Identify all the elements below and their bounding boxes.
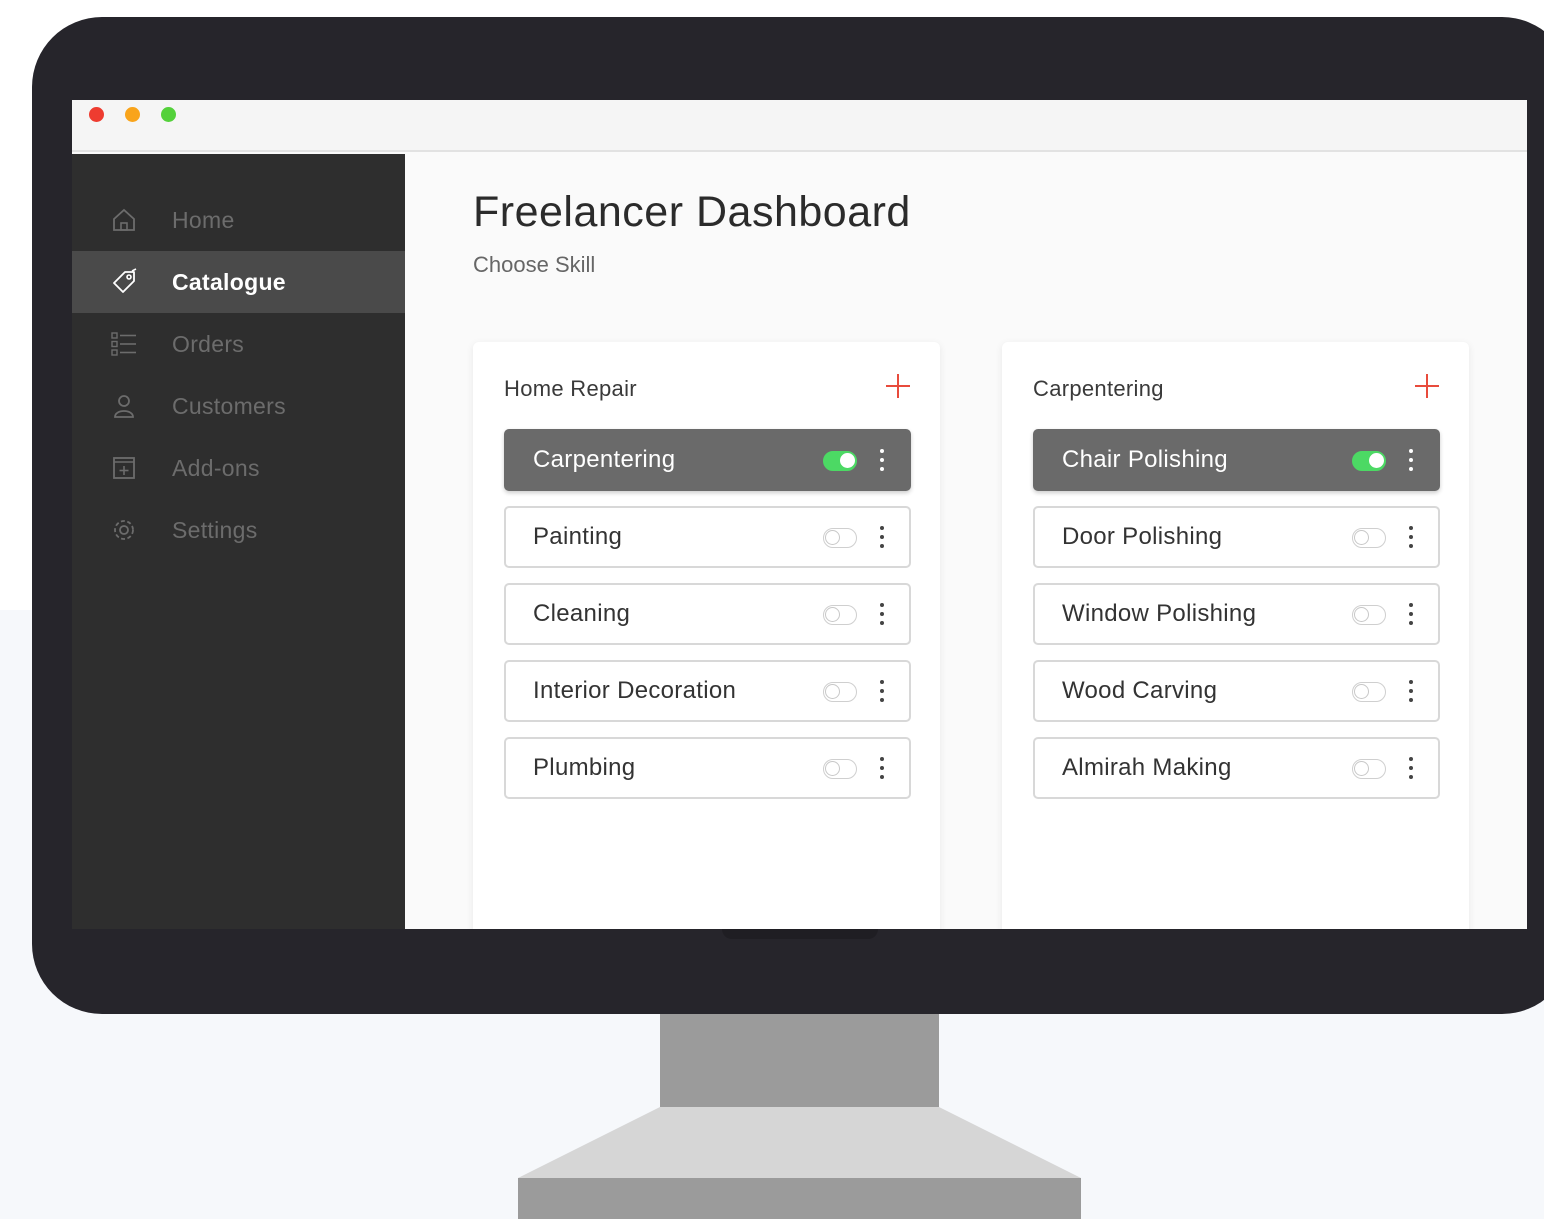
add-skill-button[interactable]: [884, 372, 912, 400]
monitor-stand-base-top: [518, 1107, 1081, 1178]
main-content: Freelancer Dashboard Choose Skill Home R…: [405, 154, 1527, 929]
page-title: Freelancer Dashboard: [473, 188, 911, 236]
skill-toggle[interactable]: [823, 682, 857, 702]
more-options-icon[interactable]: [877, 755, 887, 783]
skill-label: Carpentering: [533, 446, 676, 473]
more-options-icon[interactable]: [877, 601, 887, 629]
sidebar-item-label: Catalogue: [172, 268, 286, 295]
skill-row[interactable]: Door Polishing: [1033, 506, 1440, 568]
skill-label: Painting: [533, 523, 623, 550]
minimize-window-button[interactable]: [125, 107, 140, 122]
skill-toggle[interactable]: [1352, 682, 1386, 702]
card-title: Home Repair: [504, 376, 637, 401]
more-options-icon[interactable]: [1406, 678, 1416, 706]
skill-row[interactable]: Window Polishing: [1033, 583, 1440, 645]
toggle-knob: [1354, 761, 1369, 776]
more-options-icon[interactable]: [1406, 755, 1416, 783]
sidebar-item-label: Orders: [172, 330, 245, 357]
toggle-knob: [825, 761, 840, 776]
skill-row[interactable]: Chair Polishing: [1033, 429, 1440, 491]
skill-toggle[interactable]: [1352, 528, 1386, 548]
sidebar-item-label: Home: [172, 206, 235, 233]
skill-row[interactable]: Interior Decoration: [504, 660, 911, 722]
sidebar-item-settings[interactable]: Settings: [72, 499, 405, 561]
skill-toggle[interactable]: [823, 605, 857, 625]
skill-label: Door Polishing: [1062, 523, 1223, 550]
maximize-window-button[interactable]: [161, 107, 176, 122]
more-options-icon[interactable]: [877, 678, 887, 706]
sidebar-item-label: Add-ons: [172, 454, 260, 481]
more-options-icon[interactable]: [877, 524, 887, 552]
skill-label: Cleaning: [533, 600, 631, 627]
skill-label: Plumbing: [533, 754, 636, 781]
monitor-stand-base: [518, 1178, 1081, 1219]
home-icon: [110, 206, 138, 234]
window-titlebar: [72, 100, 1527, 152]
toggle-knob: [1354, 607, 1369, 622]
toggle-knob: [825, 530, 840, 545]
monitor-notch: [722, 929, 878, 939]
skill-toggle[interactable]: [1352, 759, 1386, 779]
toggle-knob: [825, 607, 840, 622]
app-window: Home Catalogue Orders Customers Add-ons: [72, 100, 1527, 929]
skill-category-card: Carpentering Chair Polishing Door Polish…: [1002, 342, 1469, 929]
skill-toggle[interactable]: [1352, 605, 1386, 625]
skill-row[interactable]: Plumbing: [504, 737, 911, 799]
tag-icon: [110, 268, 138, 296]
sidebar-item-home[interactable]: Home: [72, 189, 405, 251]
add-skill-button[interactable]: [1413, 372, 1441, 400]
list-icon: [110, 330, 138, 358]
toggle-knob: [825, 684, 840, 699]
skill-row[interactable]: Wood Carving: [1033, 660, 1440, 722]
skill-toggle[interactable]: [823, 759, 857, 779]
more-options-icon[interactable]: [1406, 601, 1416, 629]
toggle-knob: [840, 453, 855, 468]
skill-label: Wood Carving: [1062, 677, 1218, 704]
toggle-knob: [1369, 453, 1384, 468]
skill-row[interactable]: Cleaning: [504, 583, 911, 645]
card-title: Carpentering: [1033, 376, 1164, 401]
sidebar-item-label: Customers: [172, 392, 286, 419]
skill-toggle[interactable]: [1352, 451, 1386, 471]
sidebar-item-addons[interactable]: Add-ons: [72, 437, 405, 499]
close-window-button[interactable]: [89, 107, 104, 122]
more-options-icon[interactable]: [877, 447, 887, 475]
gear-icon: [110, 516, 138, 544]
skill-label: Chair Polishing: [1062, 446, 1228, 473]
more-options-icon[interactable]: [1406, 524, 1416, 552]
skill-label: Window Polishing: [1062, 600, 1257, 627]
skill-label: Interior Decoration: [533, 677, 737, 704]
skill-category-card: Home Repair Carpentering Painting Cleani…: [473, 342, 940, 929]
skill-row[interactable]: Almirah Making: [1033, 737, 1440, 799]
user-icon: [110, 392, 138, 420]
sidebar: Home Catalogue Orders Customers Add-ons: [72, 154, 405, 929]
sidebar-item-customers[interactable]: Customers: [72, 375, 405, 437]
more-options-icon[interactable]: [1406, 447, 1416, 475]
toggle-knob: [1354, 684, 1369, 699]
toggle-knob: [1354, 530, 1369, 545]
skill-row[interactable]: Painting: [504, 506, 911, 568]
skill-row[interactable]: Carpentering: [504, 429, 911, 491]
sidebar-item-orders[interactable]: Orders: [72, 313, 405, 375]
monitor-stand-neck: [660, 1014, 939, 1107]
skill-toggle[interactable]: [823, 451, 857, 471]
add-box-icon: [110, 454, 138, 482]
skill-label: Almirah Making: [1062, 754, 1232, 781]
sidebar-item-catalogue[interactable]: Catalogue: [72, 251, 405, 313]
sidebar-item-label: Settings: [172, 516, 258, 543]
skill-toggle[interactable]: [823, 528, 857, 548]
page-subtitle: Choose Skill: [473, 252, 596, 277]
